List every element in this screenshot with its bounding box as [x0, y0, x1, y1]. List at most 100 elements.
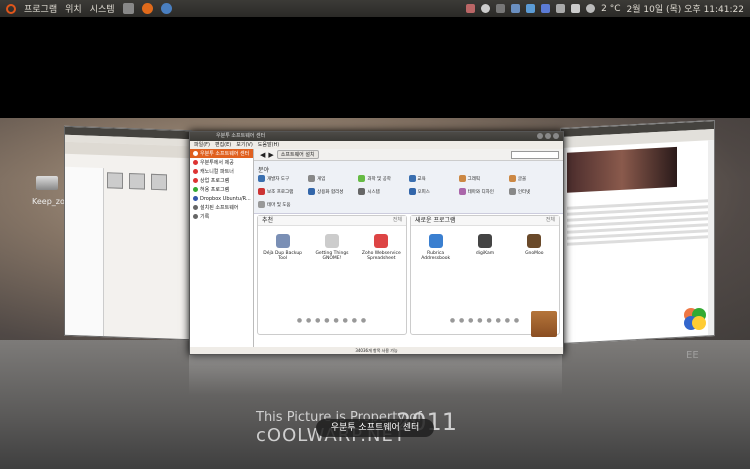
terminal-icon[interactable]: [122, 3, 134, 14]
dropbox-icon[interactable]: [526, 4, 536, 13]
software-center-window[interactable]: 우분투 소프트웨어 센터 파일(F) 편집(E) 보기(V) 도움말(H) 우분…: [189, 131, 564, 355]
search-input[interactable]: [511, 151, 559, 159]
clock[interactable]: 2월 10일 (목) 오후 11:41:22: [627, 2, 744, 15]
category-label: 게임: [317, 176, 326, 182]
video-thumbnail[interactable]: [567, 146, 677, 193]
sidebar-item-label: 설치된 소프트웨어: [200, 205, 239, 211]
category-icon: [358, 175, 366, 182]
firefox-icon[interactable]: [141, 3, 153, 14]
flower-logo-icon: [682, 306, 708, 332]
source-icon: [193, 205, 198, 210]
menu-places[interactable]: 위치: [65, 2, 82, 15]
maximize-icon[interactable]: [545, 133, 551, 139]
window-caption: 우분투 소프트웨어 센터: [316, 419, 434, 437]
category-icon: [258, 188, 265, 195]
category-label: 테마와 디자인: [467, 189, 494, 195]
ubuntu-logo-icon[interactable]: [6, 3, 16, 14]
category-item[interactable]: 오피스: [408, 188, 459, 195]
app-icon: [374, 234, 389, 248]
main-pane: ◀ ▶ 소프트웨어 설치 분야 개발자 도구 게임 과학 및 공학 교육 그래픽 글꼴보조…: [254, 149, 563, 347]
source-icon: [193, 169, 198, 174]
category-label: 오피스: [417, 189, 430, 195]
category-item[interactable]: 테마 및 도움: [258, 201, 308, 208]
file-manager-window[interactable]: [64, 125, 192, 341]
forward-icon[interactable]: ▶: [268, 151, 273, 159]
app-tile[interactable]: Déjà Dup Backup Tool: [261, 234, 305, 261]
new-apps-more-link[interactable]: 전체: [546, 216, 555, 225]
app-name: Rubrica Addressbook: [421, 251, 451, 261]
scrollbar[interactable]: [708, 139, 714, 336]
sidebar-item-label: 허용 프로그램: [200, 187, 230, 193]
sidebar-item[interactable]: 우분투에서 제공: [190, 158, 253, 167]
app-tile[interactable]: digiKam: [463, 234, 507, 261]
category-label: 시스템: [367, 189, 380, 195]
category-item[interactable]: 보조 프로그램: [258, 188, 308, 195]
menu-applications[interactable]: 프로그램: [24, 2, 57, 15]
menu-edit[interactable]: 편집(E): [215, 141, 231, 149]
back-icon[interactable]: ◀: [260, 151, 265, 159]
category-item[interactable]: 과학 및 공학: [358, 175, 408, 182]
file-icon[interactable]: [151, 173, 167, 191]
app-icon: [477, 234, 492, 248]
sidebar-item[interactable]: Dropbox Ubuntu/R...: [190, 194, 253, 203]
navigation-bar: ◀ ▶ 소프트웨어 설치: [254, 149, 563, 161]
minimize-icon[interactable]: [537, 133, 543, 139]
mail-indicator-icon[interactable]: [556, 4, 566, 13]
source-icon: [193, 178, 198, 183]
app-tile[interactable]: GnoMoo: [512, 234, 556, 261]
departments-section: 분야 개발자 도구 게임 과학 및 공학 교육 그래픽 글꼴보조 프로그램 상용화 합리성 시…: [254, 161, 563, 214]
carousel-dots[interactable]: ● ● ● ● ● ● ● ●: [258, 317, 406, 324]
featured-title: 추천: [262, 217, 274, 224]
file-icon[interactable]: [129, 173, 145, 190]
bluetooth-icon[interactable]: [541, 4, 551, 13]
temperature[interactable]: 2 °C: [601, 4, 620, 14]
chat-icon[interactable]: [481, 4, 491, 13]
menu-system[interactable]: 시스템: [90, 2, 115, 15]
menu-help[interactable]: 도움말(H): [258, 141, 279, 149]
sidebar-item[interactable]: 기록: [190, 212, 253, 221]
app-tile[interactable]: Getting Things GNOME!: [310, 234, 354, 261]
new-apps: Rubrica Addressbook digiKam GnoMoo: [411, 234, 559, 261]
breadcrumb[interactable]: 소프트웨어 설치: [276, 150, 319, 159]
file-icon[interactable]: [107, 172, 123, 189]
app-icon: [527, 234, 542, 248]
departments-label: 분야: [258, 167, 270, 174]
window-titlebar[interactable]: 우분투 소프트웨어 센터: [190, 132, 563, 141]
category-grid: 개발자 도구 게임 과학 및 공학 교육 그래픽 글꼴보조 프로그램 상용화 합리성 시스템 오…: [258, 175, 559, 208]
menu-file[interactable]: 파일(F): [194, 141, 210, 149]
sidebar-item[interactable]: 캐노니컬 파트너: [190, 167, 253, 176]
app-panels: 추천 전체 Déjà Dup Backup Tool Getting Things…: [257, 215, 560, 335]
app-tile[interactable]: Rubrica Addressbook: [414, 234, 458, 261]
new-apps-title: 새로운 프로그램: [415, 217, 456, 224]
network-icon[interactable]: [511, 4, 521, 13]
category-item[interactable]: 그래픽: [458, 175, 509, 182]
sidebar-item[interactable]: 상업 프로그램: [190, 176, 253, 185]
app-tile[interactable]: Zoho Webservice Spreadsheet: [359, 234, 403, 261]
browser-icon[interactable]: [160, 3, 172, 14]
drive-icon[interactable]: [36, 176, 58, 190]
category-icon: [258, 175, 265, 182]
category-item[interactable]: 테마와 디자인: [458, 188, 509, 195]
app-icon: [428, 234, 443, 248]
category-item[interactable]: 글꼴: [508, 175, 559, 182]
category-item[interactable]: 시스템: [358, 188, 408, 195]
category-icon: [308, 175, 316, 182]
category-item[interactable]: 인터넷: [508, 188, 559, 195]
sidebar-item[interactable]: 설치된 소프트웨어: [190, 203, 253, 212]
featured-more-link[interactable]: 전체: [393, 216, 402, 225]
mail-icon[interactable]: [496, 4, 506, 13]
desktop-icon-label[interactable]: Keep_zo: [32, 197, 65, 206]
source-icon: [193, 214, 198, 219]
category-icon: [408, 175, 416, 182]
volume-icon[interactable]: [571, 4, 581, 13]
category-item[interactable]: 교육: [408, 175, 459, 182]
sidebar-item[interactable]: 허용 프로그램: [190, 185, 253, 194]
category-item[interactable]: 게임: [308, 175, 358, 182]
app-name: digiKam: [475, 251, 495, 256]
category-item[interactable]: 상용화 합리성: [308, 188, 358, 195]
category-item[interactable]: 개발자 도구: [258, 175, 308, 182]
close-icon[interactable]: [553, 133, 559, 139]
indicator-icon[interactable]: [466, 4, 476, 13]
menu-view[interactable]: 보기(V): [236, 141, 253, 149]
sidebar-item[interactable]: 우분투 소프트웨어 센터: [190, 149, 253, 158]
